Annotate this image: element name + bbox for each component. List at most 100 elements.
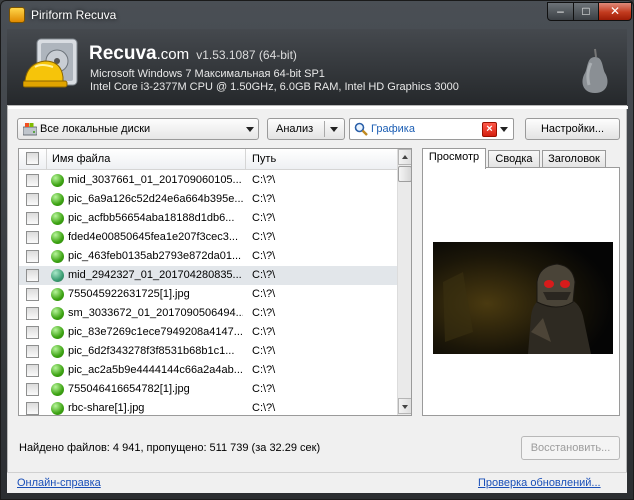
file-path: C:\?\ — [252, 212, 276, 224]
recuva-app-icon — [9, 7, 25, 23]
file-path: C:\?\ — [252, 269, 276, 281]
tab-summary[interactable]: Сводка — [488, 150, 540, 168]
scroll-down-button[interactable] — [398, 398, 411, 414]
file-path: C:\?\ — [252, 250, 276, 262]
recovery-state-icon — [51, 193, 64, 206]
file-name: pic_83e7269c1ece7949208a4147... — [68, 326, 243, 338]
maximize-button[interactable]: □ — [573, 2, 599, 21]
row-checkbox[interactable] — [26, 345, 39, 358]
row-checkbox[interactable] — [26, 402, 39, 415]
select-all-checkbox[interactable] — [26, 152, 39, 165]
table-row[interactable]: sm_3033672_01_2017090506494... C:\?\ — [19, 304, 397, 323]
recovery-state-icon — [51, 383, 64, 396]
brand-suffix: .com — [156, 46, 190, 63]
row-checkbox[interactable] — [26, 193, 39, 206]
row-checkbox[interactable] — [26, 174, 39, 187]
row-checkbox[interactable] — [26, 326, 39, 339]
clear-filter-icon[interactable]: × — [482, 122, 497, 137]
file-path: C:\?\ — [252, 345, 276, 357]
file-path: C:\?\ — [252, 383, 276, 395]
check-updates-link[interactable]: Проверка обновлений... — [478, 477, 601, 489]
recovery-state-icon — [51, 326, 64, 339]
search-icon — [354, 122, 368, 136]
tab-preview[interactable]: Просмотр — [422, 148, 486, 169]
title-bar[interactable]: Piriform Recuva – □ ✕ — [1, 1, 633, 29]
file-path: C:\?\ — [252, 231, 276, 243]
brand-title: Recuva.com v1.53.1087 (64-bit) — [89, 43, 297, 65]
divider — [8, 106, 628, 109]
windows-drive-icon — [23, 123, 37, 136]
filter-value: Графика — [371, 123, 415, 135]
file-name: rbc-share[1].jpg — [68, 402, 145, 414]
app-window: Piriform Recuva – □ ✕ Recuva.com v1.53.1… — [0, 0, 634, 500]
window-title: Piriform Recuva — [31, 8, 117, 22]
preview-image — [433, 242, 613, 354]
file-name: mid_3037661_01_201709060105... — [68, 174, 242, 186]
table-row[interactable]: mid_2942327_01_201704280835... C:\?\ — [19, 266, 397, 285]
online-help-link[interactable]: Онлайн-справка — [17, 477, 101, 489]
row-checkbox[interactable] — [26, 231, 39, 244]
recovery-state-icon — [51, 364, 64, 377]
table-row[interactable]: fded4e00850645fea1e207f3cec3... C:\?\ — [19, 228, 397, 247]
os-info: Microsoft Windows 7 Максимальная 64-bit … — [90, 68, 325, 80]
scan-button-label: Анализ — [276, 123, 314, 135]
row-checkbox[interactable] — [26, 288, 39, 301]
brand-name: Recuva — [89, 43, 157, 64]
scan-button[interactable]: Анализ — [267, 118, 345, 140]
file-path: C:\?\ — [252, 326, 276, 338]
file-name: mid_2942327_01_201704280835... — [68, 269, 242, 281]
file-type-filter[interactable]: Графика × — [349, 118, 514, 140]
file-name: pic_463feb0135ab2793e872da01... — [68, 250, 242, 262]
file-name: 755046416654782[1].jpg — [68, 383, 190, 395]
piriform-pear-icon — [582, 48, 608, 93]
file-path: C:\?\ — [252, 364, 276, 376]
table-row[interactable]: pic_acfbb56654aba18188d1db6... C:\?\ — [19, 209, 397, 228]
file-name: pic_acfbb56654aba18188d1db6... — [68, 212, 235, 224]
recover-button[interactable]: Восстановить... — [521, 436, 620, 460]
filter-chevron-icon[interactable] — [500, 127, 508, 132]
recovery-state-icon — [51, 269, 64, 282]
column-filename[interactable]: Имя файла — [52, 153, 110, 165]
main-panel: Все локальные диски Анализ Графика × Нас… — [7, 105, 628, 493]
vertical-scrollbar[interactable] — [397, 149, 411, 415]
table-row[interactable]: pic_6d2f343278f3f8531b68b1c1... C:\?\ — [19, 342, 397, 361]
file-list-header: Имя файла Путь — [19, 149, 397, 170]
file-list-rows: mid_3037661_01_201709060105... C:\?\ pic_6… — [19, 171, 397, 415]
recovery-state-icon — [51, 307, 64, 320]
file-name: pic_6d2f343278f3f8531b68b1c1... — [68, 345, 235, 357]
file-name: 755045922631725[1].jpg — [68, 288, 190, 300]
column-divider[interactable] — [245, 149, 246, 169]
scroll-thumb[interactable] — [398, 166, 411, 182]
column-path[interactable]: Путь — [252, 153, 276, 165]
table-row[interactable]: pic_6a9a126c52d24e6a664b395e... C:\?\ — [19, 190, 397, 209]
file-list: Имя файла Путь mid_3037661_01_2017090601… — [18, 148, 412, 416]
table-row[interactable]: mid_3037661_01_201709060105... C:\?\ — [19, 171, 397, 190]
table-row[interactable]: 755045922631725[1].jpg C:\?\ — [19, 285, 397, 304]
close-button[interactable]: ✕ — [598, 2, 632, 21]
table-row[interactable]: rbc-share[1].jpg C:\?\ — [19, 399, 397, 415]
row-checkbox[interactable] — [26, 250, 39, 263]
file-path: C:\?\ — [252, 402, 276, 414]
column-divider — [46, 149, 47, 169]
table-row[interactable]: pic_83e7269c1ece7949208a4147... C:\?\ — [19, 323, 397, 342]
hardware-info: Intel Core i3-2377M CPU @ 1.50GHz, 6.0GB… — [90, 81, 459, 93]
settings-button[interactable]: Настройки... — [525, 118, 620, 140]
row-checkbox[interactable] — [26, 212, 39, 225]
footer-bar: Онлайн-справка Проверка обновлений... — [7, 472, 627, 493]
row-checkbox[interactable] — [26, 307, 39, 320]
version-label: v1.53.1087 (64-bit) — [196, 48, 297, 62]
info-tabs: Просмотр Сводка Заголовок — [422, 148, 620, 169]
scroll-up-button[interactable] — [398, 149, 411, 165]
split-divider — [324, 121, 325, 137]
row-checkbox[interactable] — [26, 364, 39, 377]
row-checkbox[interactable] — [26, 269, 39, 282]
minimize-button[interactable]: – — [547, 2, 574, 21]
file-path: C:\?\ — [252, 193, 276, 205]
tab-header[interactable]: Заголовок — [542, 150, 606, 168]
scan-options-chevron-icon[interactable] — [330, 127, 338, 132]
table-row[interactable]: pic_ac2a5b9e4444144c66a2a4ab... C:\?\ — [19, 361, 397, 380]
row-checkbox[interactable] — [26, 383, 39, 396]
table-row[interactable]: 755046416654782[1].jpg C:\?\ — [19, 380, 397, 399]
drive-select[interactable]: Все локальные диски — [17, 118, 259, 140]
table-row[interactable]: pic_463feb0135ab2793e872da01... C:\?\ — [19, 247, 397, 266]
